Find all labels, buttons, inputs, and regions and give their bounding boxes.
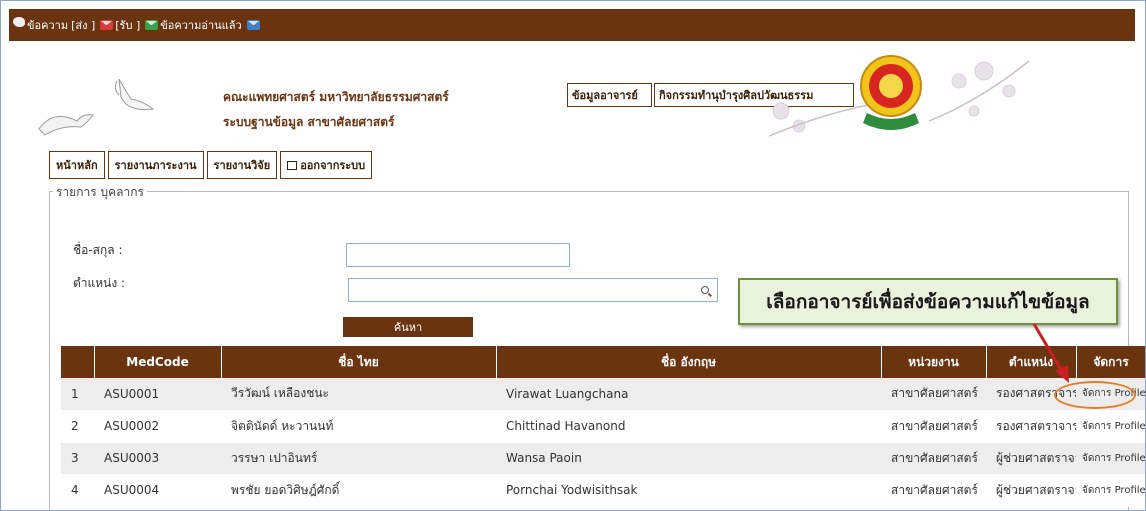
cell-position: ผู้ช่วยศาสตราจารย์: [986, 442, 1076, 475]
logout-icon: [287, 160, 298, 170]
manage-profile-link[interactable]: จัดการ Profile: [1076, 442, 1145, 475]
table-row[interactable]: 1 ASU0001 วีรวัฒน์ เหลืองชนะ Virawat Lua…: [61, 378, 1145, 411]
cell-medcode: ASU0004: [94, 474, 221, 507]
cell-number: 2: [61, 410, 94, 443]
col-unit: หน่วยงาน: [881, 346, 987, 378]
faculty-title: คณะแพทยศาสตร์ มหาวิทยาลัยธรรมศาสตร์: [223, 90, 449, 104]
message-label[interactable]: ข้อความ: [27, 16, 68, 34]
cell-english-name: Pornchai Yodwisithsak: [496, 474, 881, 507]
panel-legend: รายการ บุคลากร: [53, 183, 147, 202]
logout-label: ออกจากระบบ: [300, 159, 366, 172]
col-english-name: ชื่อ อังกฤษ: [496, 346, 882, 378]
name-label: ชื่อ-สกุล :: [73, 243, 123, 257]
dove-logo-icon: [38, 78, 155, 136]
cell-position: ผู้ช่วยศาสตราจารย์: [986, 474, 1076, 507]
col-position: ตำแหน่ง: [986, 346, 1077, 378]
cell-unit: สาขาศัลยศาสตร์: [881, 442, 986, 475]
teacher-info-button[interactable]: ข้อมูลอาจารย์: [567, 83, 652, 107]
nav-home[interactable]: หน้าหลัก: [49, 151, 105, 179]
highlight-ring: [1054, 381, 1136, 409]
col-action: จัดการ: [1076, 346, 1145, 378]
cell-unit: สาขาศัลยศาสตร์: [881, 474, 986, 507]
search-icon[interactable]: [701, 286, 709, 294]
manage-profile-link[interactable]: จัดการ Profile: [1076, 410, 1145, 443]
header: คณะแพทยศาสตร์ มหาวิทยาลัยธรรมศาสตร์ ระบบ…: [9, 41, 1135, 151]
sent-link[interactable]: [ส่ง ]: [71, 16, 95, 34]
received-link[interactable]: [รับ ]: [115, 16, 140, 34]
position-label: ตำแหน่ง :: [73, 276, 126, 290]
cell-thai-name: จิตตินัดด์ หะวานนท์: [221, 410, 496, 443]
cell-medcode: ASU0001: [94, 378, 221, 411]
nav-logout[interactable]: ออกจากระบบ: [280, 151, 373, 179]
cell-number: 1: [61, 378, 94, 411]
cell-unit: สาขาศัลยศาสตร์: [881, 378, 986, 411]
col-number: [61, 346, 95, 378]
message-bird-icon: [13, 17, 25, 27]
table-row[interactable]: 3 ASU0003 วรรษา เปาอินทร์ Wansa Paoin สา…: [61, 442, 1145, 475]
cell-english-name: Wansa Paoin: [496, 442, 881, 475]
cell-number: 3: [61, 442, 94, 475]
university-emblem-icon: [769, 55, 1030, 137]
read-messages-link[interactable]: ข้อความอ่านแล้ว: [160, 16, 241, 34]
cell-english-name: Chittinad Havanond: [496, 410, 881, 443]
cell-position: รองศาสตราจารย์: [986, 410, 1076, 443]
message-bar: ข้อความ [ส่ง ] [รับ ] ข้อความอ่านแล้ว: [9, 9, 1135, 41]
read-mail-icon[interactable]: [246, 20, 260, 30]
cell-thai-name: วรรษา เปาอินทร์: [221, 442, 496, 475]
cell-thai-name: วีรวัฒน์ เหลืองชนะ: [221, 378, 496, 411]
position-input[interactable]: [348, 278, 718, 302]
name-input[interactable]: [346, 243, 570, 267]
app-window: ข้อความ [ส่ง ] [รับ ] ข้อความอ่านแล้ว คณ…: [0, 0, 1146, 511]
col-thai-name: ชื่อ ไทย: [221, 346, 497, 378]
cell-english-name: Virawat Luangchana: [496, 378, 881, 411]
system-title: ระบบฐานข้อมูล สาขาศัลยศาสตร์: [223, 115, 395, 129]
instruction-callout: เลือกอาจารย์เพื่อส่งข้อความแก้ไขข้อมูล: [738, 278, 1118, 325]
table-header-row: MedCode ชื่อ ไทย ชื่อ อังกฤษ หน่วยงาน ตำ…: [61, 346, 1145, 378]
nav-workload-report[interactable]: รายงานภาระงาน: [107, 151, 204, 179]
sent-mail-icon[interactable]: [100, 20, 114, 30]
search-button[interactable]: ค้นหา: [343, 317, 473, 337]
cell-number: 4: [61, 474, 94, 507]
nav-research-report[interactable]: รายงานวิจัย: [206, 151, 278, 179]
col-medcode: MedCode: [94, 346, 222, 378]
cell-thai-name: พรชัย ยอดวิศิษฎ์ศักดิ์: [221, 474, 496, 507]
cell-medcode: ASU0002: [94, 410, 221, 443]
staff-table: MedCode ชื่อ ไทย ชื่อ อังกฤษ หน่วยงาน ตำ…: [61, 346, 1145, 507]
cell-unit: สาขาศัลยศาสตร์: [881, 410, 986, 443]
table-row[interactable]: 2 ASU0002 จิตตินัดด์ หะวานนท์ Chittinad …: [61, 410, 1145, 443]
cell-medcode: ASU0003: [94, 442, 221, 475]
manage-profile-link[interactable]: จัดการ Profile: [1076, 474, 1145, 507]
received-mail-icon[interactable]: [145, 20, 159, 30]
table-row[interactable]: 4 ASU0004 พรชัย ยอดวิศิษฎ์ศักดิ์ Porncha…: [61, 474, 1145, 507]
main-nav: หน้าหลัก รายงานภาระงาน รายงานวิจัย ออกจา…: [49, 151, 373, 179]
